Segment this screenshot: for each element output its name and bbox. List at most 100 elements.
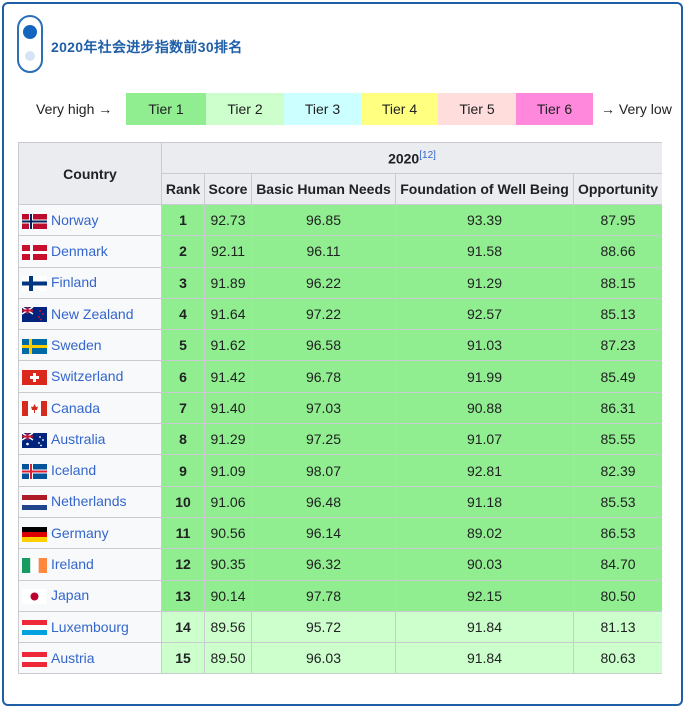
country-cell: Japan (18, 579, 162, 612)
country-link[interactable]: Germany (51, 525, 109, 541)
foundation-well-being-cell: 91.03 (395, 329, 574, 362)
country-cell: Canada (18, 391, 162, 425)
rank-cell: 9 (161, 454, 205, 487)
header-year: 2020[12] (160, 142, 662, 174)
table-row: Australia 8 91.29 97.25 91.07 85.55 (18, 423, 662, 456)
legend-tier-1: Tier 1 (126, 93, 206, 125)
toggle-switch[interactable] (17, 15, 43, 73)
rank-cell: 15 (161, 642, 205, 675)
basic-human-needs-cell: 97.03 (251, 391, 396, 425)
table-row: Finland 3 91.89 96.22 91.29 88.15 (18, 266, 662, 299)
score-cell: 91.89 (204, 266, 252, 299)
country-link[interactable]: Denmark (51, 243, 108, 259)
table-row: Switzerland 6 91.42 96.78 91.99 85.49 (18, 360, 662, 393)
country-link[interactable]: Austria (51, 650, 95, 666)
toggle-knob-icon (23, 25, 37, 39)
country-link[interactable]: Netherlands (51, 493, 127, 509)
foundation-well-being-cell: 92.81 (395, 454, 574, 487)
header-foundation-well-being[interactable]: Foundation of Well Being (395, 173, 574, 205)
tier-legend: Very high → Tier 1 Tier 2 Tier 3 Tier 4 Tier… (36, 92, 672, 126)
country-cell: Sweden (18, 329, 162, 362)
rank-cell: 2 (161, 235, 205, 268)
opportunity-cell: 82.39 (572, 454, 662, 487)
opportunity-cell: 80.50 (572, 579, 662, 612)
score-cell: 91.06 (204, 485, 252, 518)
country-cell: New Zealand (18, 297, 162, 331)
country-link[interactable]: Sweden (51, 337, 102, 353)
new-zealand-flag-icon (21, 306, 47, 323)
foundation-well-being-cell: 90.03 (395, 548, 574, 581)
country-cell: Switzerland (18, 360, 162, 393)
rank-cell: 10 (161, 485, 205, 518)
table-row: Canada 7 91.40 97.03 90.88 86.31 (18, 391, 662, 425)
opportunity-cell: 85.53 (572, 485, 662, 518)
basic-human-needs-cell: 96.48 (251, 485, 396, 518)
table-row: Iceland 9 91.09 98.07 92.81 82.39 (18, 454, 662, 487)
header-opportunity[interactable]: Opportunity (572, 173, 662, 205)
header-rank[interactable]: Rank (161, 173, 205, 205)
country-cell: Iceland (18, 454, 162, 487)
norway-flag-icon (22, 213, 47, 229)
header-country: Country (18, 142, 162, 205)
basic-human-needs-cell: 96.22 (251, 266, 396, 299)
country-link[interactable]: Norway (51, 212, 98, 228)
opportunity-cell: 87.23 (572, 329, 662, 362)
country-cell: Ireland (18, 548, 162, 581)
rank-cell: 13 (161, 579, 205, 612)
ranking-table-container: Country 2020[12] Rank Score Basic Human Ne… (18, 142, 662, 682)
opportunity-cell: 86.53 (572, 516, 662, 550)
switzerland-flag-icon (22, 370, 47, 386)
luxembourg-flag-icon (22, 620, 47, 636)
rank-cell: 4 (161, 297, 205, 331)
legend-tier-3: Tier 3 (284, 93, 361, 125)
country-link[interactable]: Iceland (51, 462, 96, 478)
rank-cell: 8 (161, 423, 205, 456)
page-title: 2020年社会进步指数前30排名 (51, 39, 243, 55)
country-link[interactable]: Canada (51, 400, 100, 416)
basic-human-needs-cell: 98.07 (251, 454, 396, 487)
rank-cell: 7 (161, 391, 205, 425)
legend-tier-4: Tier 4 (361, 93, 438, 125)
foundation-well-being-cell: 91.84 (395, 642, 574, 675)
rank-cell: 14 (161, 610, 205, 644)
country-link[interactable]: Ireland (51, 556, 94, 572)
score-cell: 91.42 (204, 360, 252, 393)
table-row: Netherlands 10 91.06 96.48 91.18 85.53 (18, 485, 662, 518)
table-row: Denmark 2 92.11 96.11 91.58 88.66 (18, 235, 662, 268)
header-score[interactable]: Score (204, 173, 252, 205)
table-row: Sweden 5 91.62 96.58 91.03 87.23 (18, 329, 662, 362)
basic-human-needs-cell: 96.03 (251, 642, 396, 675)
country-link[interactable]: Japan (51, 587, 89, 603)
ireland-flag-icon (22, 557, 47, 573)
basic-human-needs-cell: 97.25 (251, 423, 396, 456)
opportunity-cell: 85.55 (572, 423, 662, 456)
reference-link[interactable]: [12] (419, 150, 436, 161)
foundation-well-being-cell: 89.02 (395, 516, 574, 550)
basic-human-needs-cell: 96.11 (251, 235, 396, 268)
score-cell: 89.56 (204, 610, 252, 644)
table-row: Japan 13 90.14 97.78 92.15 80.50 (18, 579, 662, 612)
country-cell: Finland (18, 266, 162, 299)
header-basic-human-needs[interactable]: Basic Human Needs (251, 173, 396, 205)
rank-cell: 3 (161, 266, 205, 299)
foundation-well-being-cell: 91.99 (395, 360, 574, 393)
country-link[interactable]: Switzerland (51, 368, 123, 384)
australia-flag-icon (21, 431, 47, 448)
japan-flag-icon (22, 589, 47, 605)
country-link[interactable]: Australia (51, 431, 105, 447)
rank-cell: 11 (161, 516, 205, 550)
basic-human-needs-cell: 97.78 (251, 579, 396, 612)
foundation-well-being-cell: 91.84 (395, 610, 574, 644)
country-link[interactable]: Finland (51, 274, 97, 290)
score-cell: 92.73 (204, 203, 252, 237)
basic-human-needs-cell: 97.22 (251, 297, 396, 331)
country-link[interactable]: Luxembourg (51, 619, 129, 635)
table-row: New Zealand 4 91.64 97.22 92.57 85.13 (18, 297, 662, 331)
denmark-flag-icon (22, 244, 47, 260)
country-link[interactable]: New Zealand (51, 306, 134, 322)
rank-cell: 12 (161, 548, 205, 581)
score-cell: 91.62 (204, 329, 252, 362)
table-row: Ireland 12 90.35 96.32 90.03 84.70 (18, 548, 662, 581)
country-cell: Luxembourg (18, 610, 162, 644)
score-cell: 91.64 (204, 297, 252, 331)
